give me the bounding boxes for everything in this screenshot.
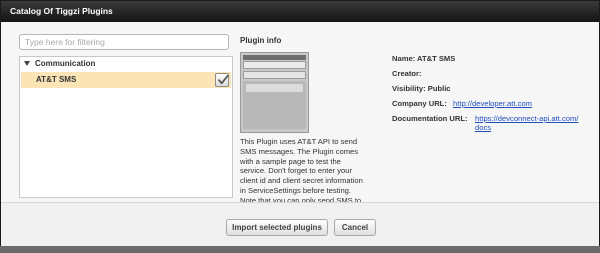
company-url-link[interactable]: http://developer.att.com xyxy=(453,99,532,108)
tree-group-communication[interactable]: Communication xyxy=(20,57,232,71)
caret-down-icon[interactable] xyxy=(24,61,30,66)
dialog-title: Catalog Of Tiggzi Plugins xyxy=(1,1,599,22)
import-selected-plugins-button[interactable]: Import selected plugins xyxy=(226,219,328,236)
plugin-thumbnail xyxy=(240,52,309,133)
filter-input[interactable] xyxy=(19,34,229,50)
documentation-url-link[interactable]: https://devconnect-api.att.com/ xyxy=(475,114,578,123)
visibility-value: Public xyxy=(427,84,451,93)
creator-label: Creator: xyxy=(392,69,422,78)
visibility-label: Visibility: xyxy=(392,84,426,93)
tree-item-label: AT&T SMS xyxy=(36,75,77,84)
dialog-footer: Import selected plugins Cancel xyxy=(1,202,599,246)
name-value: AT&T SMS xyxy=(417,54,456,63)
page-backdrop xyxy=(0,245,600,253)
plugin-tree: Communication AT&T SMS xyxy=(19,56,233,198)
name-label: Name: xyxy=(392,54,416,63)
company-url-label: Company URL: xyxy=(392,99,447,108)
plugin-checkbox[interactable] xyxy=(215,73,229,87)
plugin-info-heading: Plugin info xyxy=(240,36,282,45)
tree-item-att-sms[interactable]: AT&T SMS xyxy=(21,72,231,88)
dialog-body: Communication AT&T SMS Plugin info This … xyxy=(1,22,599,215)
plugin-catalog-dialog: Catalog Of Tiggzi Plugins Communication … xyxy=(0,0,600,246)
documentation-url-link-continued[interactable]: docs xyxy=(475,123,491,132)
tree-group-label: Communication xyxy=(35,59,96,68)
cancel-button[interactable]: Cancel xyxy=(334,219,376,236)
checkmark-icon xyxy=(218,75,229,85)
documentation-url-label: Documentation URL: xyxy=(392,114,468,123)
